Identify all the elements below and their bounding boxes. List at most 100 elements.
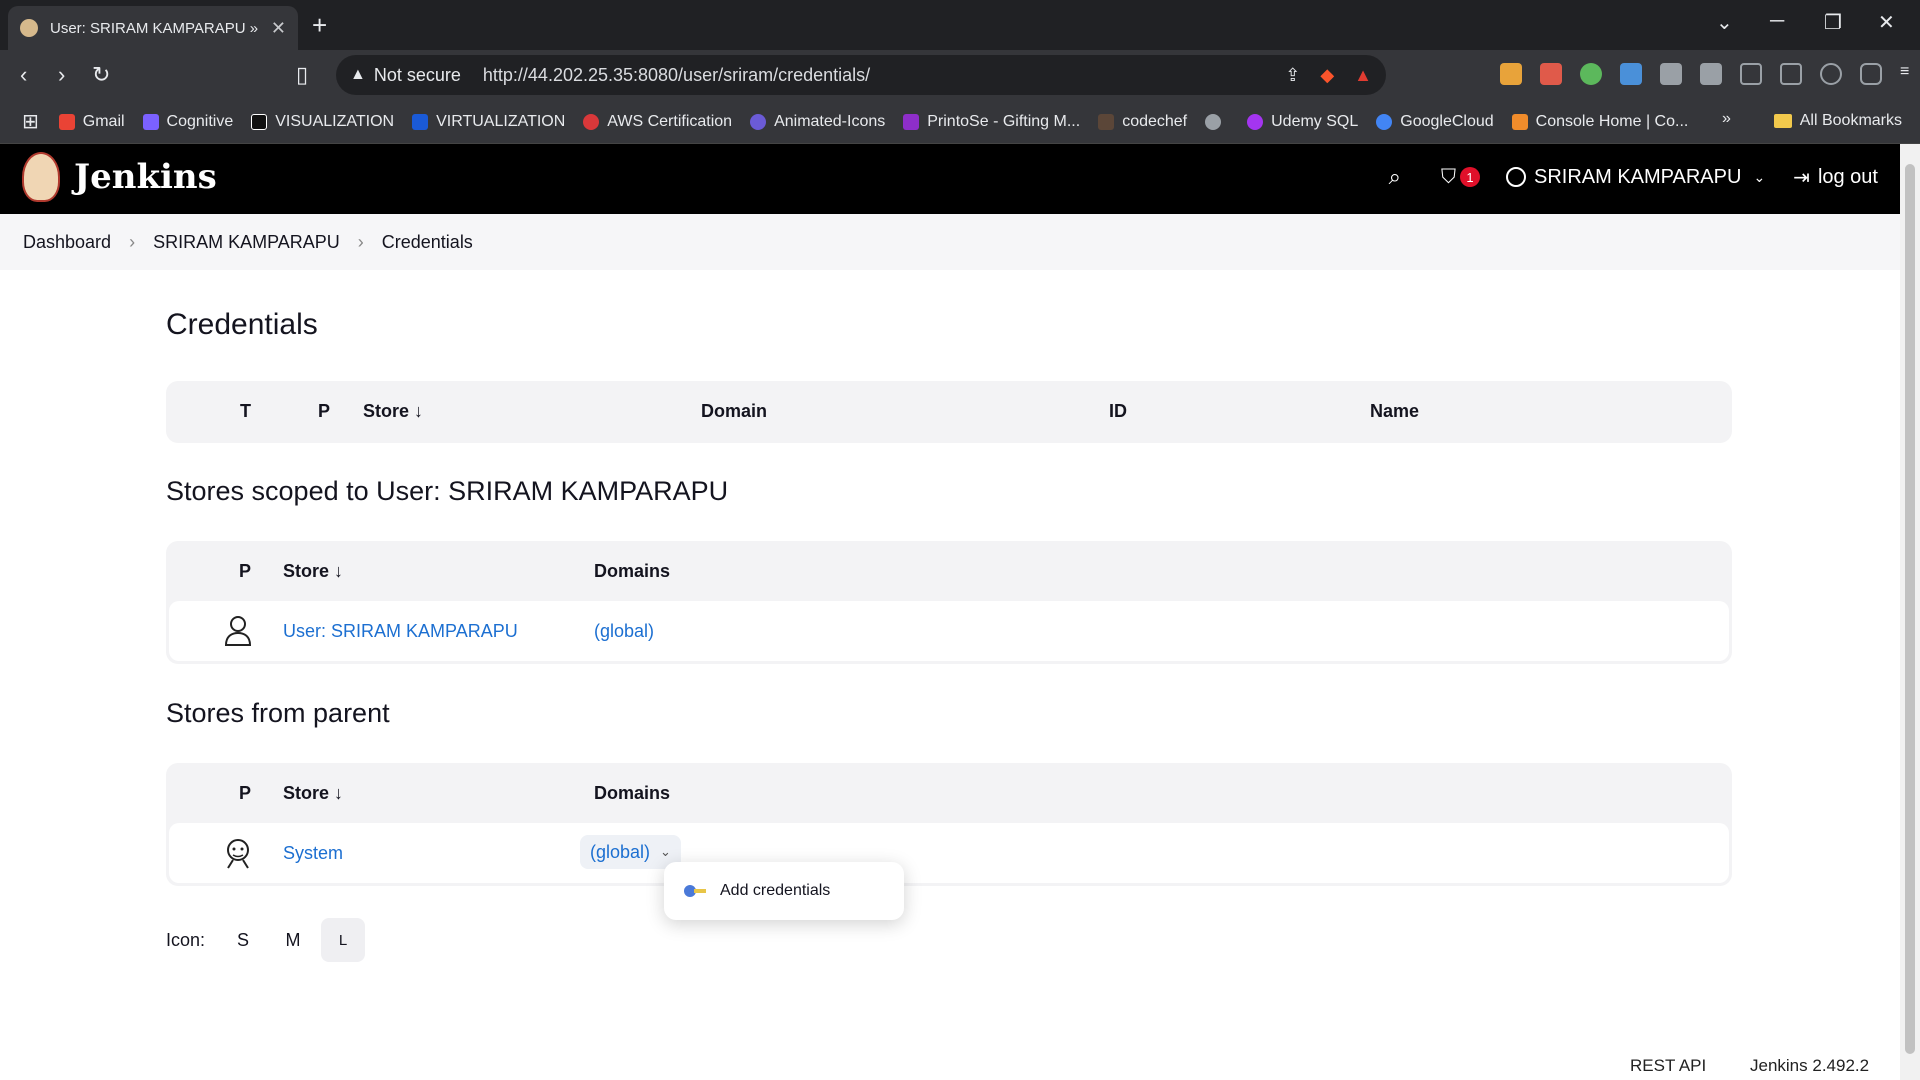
col-store[interactable]: Store ↓ — [363, 401, 423, 422]
bookmark-icon[interactable]: ▯ — [296, 62, 308, 88]
brave-shield-icon[interactable]: ◆ — [1320, 65, 1334, 86]
security-label[interactable]: Not secure — [374, 65, 461, 86]
bookmark-visualization[interactable]: VISUALIZATION — [251, 113, 394, 131]
scrollbar-thumb[interactable] — [1905, 164, 1915, 1054]
col-type[interactable]: T — [240, 401, 251, 422]
menu-icon[interactable]: ≡ — [1900, 63, 1910, 85]
sidebar-icon[interactable] — [1740, 63, 1762, 85]
breadcrumb-user[interactable]: SRIRAM KAMPARAPU — [153, 232, 340, 253]
restore-icon[interactable]: ❐ — [1824, 10, 1842, 35]
jenkins-version[interactable]: Jenkins 2.492.2 — [1750, 1056, 1869, 1076]
close-tab-icon[interactable]: ✕ — [271, 18, 286, 39]
col-domains[interactable]: Domains — [594, 561, 670, 582]
breadcrumb-dashboard[interactable]: Dashboard — [23, 232, 111, 253]
page-scrollbar[interactable] — [1900, 144, 1920, 1080]
icon-size-medium[interactable]: M — [271, 918, 315, 962]
extension-window-icon[interactable] — [1660, 63, 1682, 85]
all-bookmarks-label: All Bookmarks — [1799, 112, 1902, 129]
col-name[interactable]: Name — [1370, 401, 1419, 422]
bookmark-virtualization[interactable]: VIRTUALIZATION — [412, 113, 565, 131]
bookmark-label: GoogleCloud — [1400, 112, 1494, 130]
close-window-icon[interactable]: ✕ — [1878, 10, 1895, 35]
bookmark-printose[interactable]: PrintoSe - Gifting M... — [903, 113, 1080, 131]
col-provider[interactable]: P — [239, 783, 251, 804]
parent-stores-header: P Store ↓ Domains — [166, 763, 1732, 823]
col-provider[interactable]: P — [318, 401, 330, 422]
all-bookmarks-folder[interactable]: All Bookmarks — [1773, 112, 1902, 130]
forward-icon[interactable]: › — [58, 62, 65, 88]
brave-rewards-icon[interactable]: ▲ — [1354, 65, 1372, 86]
breadcrumb-credentials[interactable]: Credentials — [382, 232, 473, 253]
user-store-link[interactable]: User: SRIRAM KAMPARAPU — [283, 621, 518, 642]
global-domain-link[interactable]: (global) — [590, 842, 650, 863]
global-domain-link[interactable]: (global) — [594, 621, 654, 642]
parent-stores-title: Stores from parent — [166, 698, 390, 728]
col-store[interactable]: Store ↓ — [283, 783, 343, 804]
bookmark-globe[interactable] — [1205, 113, 1229, 130]
jenkins-favicon-icon — [20, 19, 38, 37]
bookmark-label: Cognitive — [166, 112, 234, 130]
search-icon[interactable]: ⌕ — [1389, 164, 1401, 190]
bookmark-console-home[interactable]: Console Home | Co... — [1511, 112, 1689, 131]
apps-icon[interactable]: ⊞ — [22, 109, 39, 134]
bookmark-label: Console Home | Co... — [1535, 112, 1689, 130]
col-provider[interactable]: P — [239, 561, 251, 582]
tab-title: User: SRIRAM KAMPARAPU » C — [50, 19, 263, 37]
logout-icon: ⇥ — [1793, 166, 1810, 189]
bookmark-animated-icons[interactable]: Animated-Icons — [750, 113, 885, 131]
extension-fi-icon[interactable] — [1620, 63, 1642, 85]
add-credentials-menu-item[interactable]: Add credentials — [720, 882, 830, 900]
bookmark-udemy-sql[interactable]: Udemy SQL — [1247, 113, 1358, 131]
table-row: User: SRIRAM KAMPARAPU (global) — [169, 601, 1729, 661]
extension-plus-icon[interactable] — [1580, 63, 1602, 85]
tab-search-icon[interactable]: ⌄ — [1716, 10, 1733, 35]
rest-api-link[interactable]: REST API — [1630, 1056, 1706, 1076]
system-store-link[interactable]: System — [283, 843, 343, 864]
leo-icon[interactable] — [1820, 63, 1842, 85]
global-domain-dropdown[interactable]: (global) ⌄ — [580, 835, 681, 869]
security-alerts-button[interactable]: ⛉ 1 — [1441, 166, 1480, 189]
wallet-icon[interactable] — [1780, 63, 1802, 85]
col-id[interactable]: ID — [1109, 401, 1127, 422]
url-text[interactable]: http://44.202.25.35:8080/user/sriram/cre… — [483, 65, 870, 86]
user-stores-title: Stores scoped to User: SRIRAM KAMPARAPU — [166, 476, 729, 506]
more-bookmarks-icon[interactable]: » — [1722, 110, 1731, 128]
user-stores-table: P Store ↓ Domains User: SRIRAM KAMPARAPU… — [166, 541, 1732, 664]
col-store[interactable]: Store ↓ — [283, 561, 343, 582]
back-icon[interactable]: ‹ — [20, 62, 27, 88]
chevron-right-icon: › — [357, 231, 364, 252]
col-domains[interactable]: Domains — [594, 783, 670, 804]
jenkins-logo-link[interactable]: Jenkins — [22, 152, 217, 202]
bookmark-label: VIRTUALIZATION — [436, 112, 566, 130]
vpn-icon[interactable] — [1860, 63, 1882, 85]
table-row: System (global) ⌄ — [169, 823, 1729, 883]
share-icon[interactable]: ⇪ — [1285, 65, 1300, 86]
bookmark-codechef[interactable]: codechef — [1098, 113, 1187, 131]
icon-size-large[interactable]: L — [321, 918, 366, 962]
bookmark-label: Udemy SQL — [1271, 112, 1359, 130]
col-domain[interactable]: Domain — [701, 401, 767, 422]
bookmark-aws-certification[interactable]: AWS Certification — [583, 113, 732, 131]
key-icon — [684, 885, 706, 897]
bookmark-label: VISUALIZATION — [275, 112, 395, 130]
minimize-icon[interactable]: ─ — [1770, 10, 1784, 33]
logout-button[interactable]: ⇥ log out — [1793, 165, 1878, 190]
browser-tab[interactable]: User: SRIRAM KAMPARAPU » C ✕ — [8, 6, 298, 50]
extension-lock-icon[interactable] — [1500, 63, 1522, 85]
chevron-down-icon[interactable]: ⌄ — [1753, 169, 1765, 186]
bookmark-cognitive[interactable]: Cognitive — [142, 112, 234, 131]
icon-size-small[interactable]: S — [221, 918, 265, 962]
user-menu-button[interactable]: SRIRAM KAMPARAPU ⌄ — [1505, 166, 1765, 189]
new-tab-icon[interactable]: + — [312, 10, 327, 41]
extensions-puzzle-icon[interactable] — [1700, 63, 1722, 85]
bookmark-label: AWS Certification — [607, 112, 733, 130]
user-stores-header: P Store ↓ Domains — [166, 541, 1732, 601]
bookmark-gmail[interactable]: Gmail — [58, 113, 125, 131]
shield-icon: ⛉ — [1440, 165, 1456, 188]
chevron-down-icon[interactable]: ⌄ — [660, 844, 671, 860]
reload-icon[interactable]: ↻ — [92, 62, 110, 88]
icon-size-selector: Icon: S M L — [166, 918, 371, 962]
bookmark-googlecloud[interactable]: GoogleCloud — [1376, 112, 1494, 131]
extension-calendar-icon[interactable] — [1540, 63, 1562, 85]
omnibox[interactable]: ▲ Not secure http://44.202.25.35:8080/us… — [336, 55, 1386, 95]
